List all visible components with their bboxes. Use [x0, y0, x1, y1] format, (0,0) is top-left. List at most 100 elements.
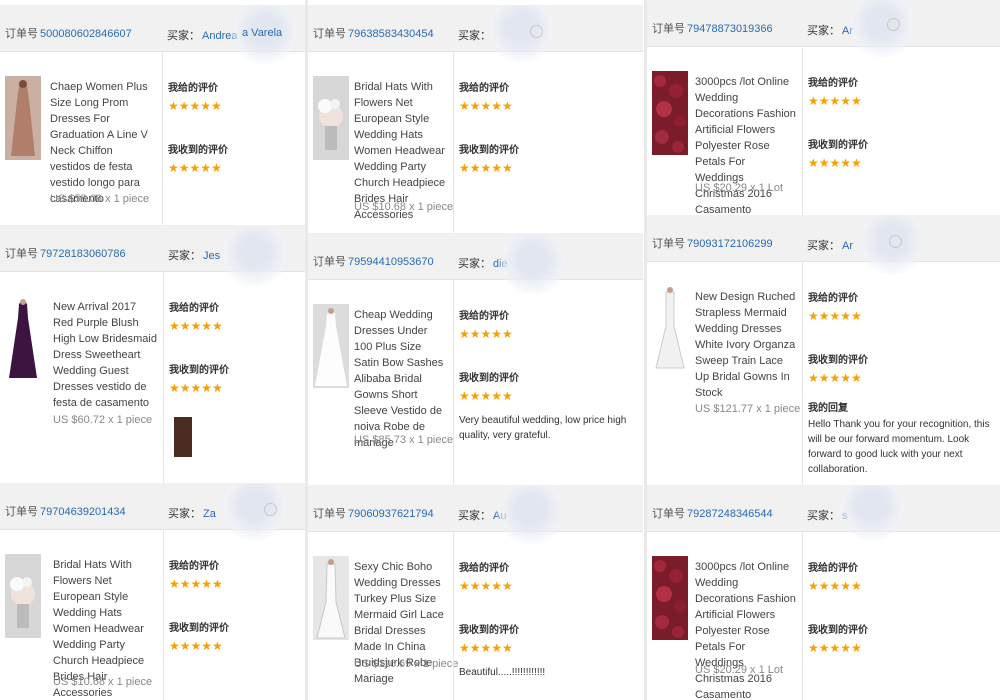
given-rating-stars: ★★★★★ — [808, 309, 862, 323]
buyer-name-link[interactable]: Za — [203, 508, 216, 520]
product-title-link[interactable]: New Arrival 2017 Red Purple Blush High L… — [53, 299, 157, 411]
my-review-label: 我给的评价 — [168, 83, 218, 94]
received-rating-stars: ★★★★★ — [459, 389, 513, 403]
received-rating-stars: ★★★★★ — [808, 371, 862, 385]
order-number-link[interactable]: 79287248346544 — [687, 508, 773, 520]
order-number-link[interactable]: 79704639201434 — [40, 506, 126, 518]
order-number-label: 订单号 79728183060786 — [5, 248, 126, 260]
order-header: 订单号79287248346544买家：s — [647, 485, 1000, 541]
order-number-label: 订单号 79478873019366 — [652, 23, 773, 35]
order-number-link[interactable]: 79060937621794 — [348, 508, 434, 520]
bridesmaid-dress-icon[interactable] — [5, 296, 41, 380]
order-number-link[interactable]: 500080602846607 — [40, 28, 132, 40]
order-header: 订单号79060937621794买家：Au — [308, 485, 643, 545]
column-divider — [453, 279, 454, 485]
evening-dress-icon[interactable] — [5, 76, 41, 160]
order-card: 订单号79287248346544买家：s 3000pcs /lot Online… — [647, 485, 1000, 700]
my-reply-label: 我的回复 — [808, 403, 848, 414]
received-rating-stars: ★★★★★ — [169, 381, 223, 395]
order-body: 3000pcs /lot Online Wedding Decorations … — [647, 46, 1000, 215]
received-review-label: 我收到的评价 — [459, 145, 519, 156]
bridal-hat-icon[interactable] — [5, 554, 41, 638]
order-number-label: 订单号 79287248346544 — [652, 508, 773, 520]
order-card: 订单号 79638583430454 买家： Bridal Hats With Flo… — [308, 5, 643, 233]
mermaid-gown-icon[interactable] — [652, 286, 688, 370]
received-rating-stars: ★★★★★ — [168, 161, 222, 175]
column-divider — [802, 531, 803, 700]
rose-petals-icon[interactable] — [652, 71, 688, 155]
my-review-label: 我给的评价 — [459, 311, 509, 322]
order-number-link[interactable]: 79594410953670 — [348, 256, 434, 268]
column-divider — [163, 529, 164, 700]
order-header: 订单号 79638583430454 买家： — [308, 5, 643, 63]
product-price: US $60.72 x 1 piece — [53, 414, 153, 426]
order-number-link[interactable]: 79638583430454 — [348, 28, 434, 40]
order-number-label: 订单号 79594410953670 — [313, 256, 434, 268]
order-body: New Design Ruched Strapless Mermaid Wedd… — [647, 261, 1000, 485]
order-number-link[interactable]: 79728183060786 — [40, 248, 126, 260]
product-price: US $85.73 x 1 piece — [354, 434, 454, 446]
order-number-label: 订单号 500080602846607 — [5, 28, 132, 40]
received-review-label: 我收到的评价 — [808, 625, 868, 636]
review-comment: Very beautiful wedding, low price high q… — [459, 415, 627, 441]
order-card: 订单号 79704639201434 买家： Za Bridal Hats With F… — [0, 483, 305, 700]
column-divider — [162, 51, 163, 225]
received-review-label: 我收到的评价 — [168, 145, 228, 156]
product-price: US $20.29 x 1 Lot — [695, 664, 784, 676]
product-title-link[interactable]: Chaep Women Plus Size Long Prom Dresses … — [50, 79, 156, 207]
order-number-link[interactable]: 79478873019366 — [687, 23, 773, 35]
given-rating-stars: ★★★★★ — [459, 579, 513, 593]
order-card: 订单号 79093172106299 买家： Ar New Design Ruched … — [647, 215, 1000, 485]
given-rating-stars: ★★★★★ — [808, 579, 862, 593]
order-number-label: 订单号 79093172106299 — [652, 238, 773, 250]
product-price: US $121.77 x 1 piece — [695, 403, 801, 415]
product-title-link[interactable]: New Design Ruched Strapless Mermaid Wedd… — [695, 289, 796, 401]
lace-gown-icon[interactable] — [313, 556, 349, 640]
my-review-label: 我给的评价 — [808, 78, 858, 89]
received-rating-stars: ★★★★★ — [169, 639, 223, 653]
buyer-name-link[interactable]: Ar — [842, 240, 853, 252]
column-divider — [802, 46, 803, 215]
buyer-label: 买家： Jes — [168, 250, 221, 262]
received-review-label: 我收到的评价 — [808, 140, 868, 151]
order-body: Bridal Hats With Flowers Net European St… — [0, 529, 305, 700]
order-header: 订单号 79704639201434 买家： Za — [0, 483, 305, 541]
received-review-label: 我收到的评价 — [169, 623, 229, 634]
order-body: Cheap Wedding Dresses Under 100 Plus Siz… — [308, 279, 643, 485]
order-card: 订单号 79728183060786 买家： Jes New Arrival 2017 … — [0, 225, 305, 483]
received-review-label: 我收到的评价 — [459, 373, 519, 384]
buyer-label: 买家：Ar — [807, 240, 853, 252]
column-divider — [163, 271, 164, 483]
given-rating-stars: ★★★★★ — [168, 99, 222, 113]
given-rating-stars: ★★★★★ — [459, 99, 513, 113]
product-price: US $20.29 x 1 Lot — [695, 182, 784, 194]
product-title-link[interactable]: Cheap Wedding Dresses Under 100 Plus Siz… — [354, 307, 447, 451]
buyer-name-link[interactable]: Jes — [203, 250, 220, 262]
received-rating-stars: ★★★★★ — [459, 641, 513, 655]
product-price: US $10.68 x 1 piece — [354, 201, 454, 213]
received-review-label: 我收到的评价 — [808, 355, 868, 366]
given-rating-stars: ★★★★★ — [459, 327, 513, 341]
order-body: 3000pcs /lot Online Wedding Decorations … — [647, 531, 1000, 700]
review-comment: Beautiful.....!!!!!!!!!!!! — [459, 667, 546, 678]
my-review-label: 我给的评价 — [169, 561, 219, 572]
order-body: Bridal Hats With Flowers Net European St… — [308, 51, 643, 233]
column-divider — [453, 531, 454, 700]
order-body: Sexy Chic Boho Wedding Dresses Turkey Pl… — [308, 531, 643, 700]
wedding-gown-icon[interactable] — [313, 304, 349, 388]
order-number-link[interactable]: 79093172106299 — [687, 238, 773, 250]
product-title-link[interactable]: 3000pcs /lot Online Wedding Decorations … — [695, 559, 796, 700]
order-card: 订单号 500080602846607 买家： Andrea a Varela Chaep… — [0, 5, 305, 225]
column-divider — [453, 51, 454, 233]
order-card: 订单号79478873019366买家：Ar3000pcs /lot Onlin… — [647, 0, 1000, 215]
column-separator — [644, 0, 647, 700]
order-header: 订单号 79728183060786 买家： Jes — [0, 225, 305, 287]
rose-petals-icon[interactable] — [652, 556, 688, 640]
circle-icon — [264, 503, 277, 516]
received-rating-stars: ★★★★★ — [808, 641, 862, 655]
review-photo[interactable] — [174, 417, 192, 457]
circle-icon — [889, 235, 902, 248]
order-header: 订单号79594410953670买家：die — [308, 233, 643, 295]
bridal-hat-icon[interactable] — [313, 76, 349, 160]
product-price: US $10.68 x 1 piece — [53, 676, 153, 688]
